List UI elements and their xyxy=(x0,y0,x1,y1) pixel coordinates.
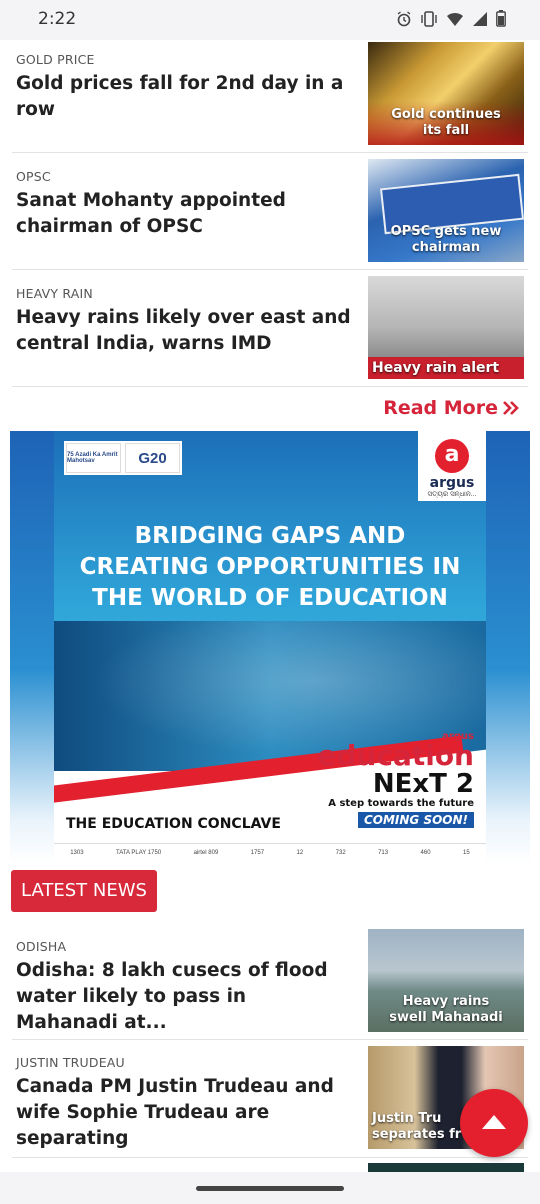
article-headline: Odisha: 8 lakh cusecs of flood water lik… xyxy=(16,960,328,1033)
wifi-icon xyxy=(447,12,463,26)
channel-number: 1303 xyxy=(70,849,84,856)
scroll-top-button[interactable] xyxy=(460,1089,528,1157)
alarm-icon xyxy=(397,10,411,26)
ad-brand-line1: education xyxy=(317,739,474,772)
channel-number: 732 xyxy=(335,849,346,856)
latest-news-label[interactable]: LATEST NEWS xyxy=(11,870,157,912)
home-handle[interactable] xyxy=(196,1186,344,1191)
article-item[interactable]: ODISHA Odisha: 8 lakh cusecs of flood wa… xyxy=(12,922,528,1040)
ad-headline-line: BRIDGING GAPS AND xyxy=(134,523,406,549)
ad-card: 75 Azadi Ka Amrit Mahotsav G20 a argus ସ… xyxy=(54,431,486,863)
article-item[interactable]: HEAVY RAIN Heavy rains likely over east … xyxy=(12,270,528,387)
thumbnail-caption: Heavy rain alert xyxy=(372,360,500,376)
g20-badge: G20 xyxy=(125,443,180,473)
argus-logo-sub: ସତ୍ୟର ସନ୍ଧାନ... xyxy=(427,491,477,498)
article-item[interactable]: JUSTIN TRUDEAU Canada PM Justin Trudeau … xyxy=(12,1040,528,1158)
article-headline: Heavy rains likely over east and central… xyxy=(16,307,351,354)
ad-banner[interactable]: 75 Azadi Ka Amrit Mahotsav G20 a argus ସ… xyxy=(10,431,530,863)
read-more-link[interactable]: Read More xyxy=(383,397,520,419)
channel-number: 713 xyxy=(378,849,389,856)
ad-headline: BRIDGING GAPS AND CREATING OPPORTUNITIES… xyxy=(54,521,486,614)
article-thumbnail: OPSC gets new chairman xyxy=(368,159,524,262)
argus-logo: a argus ସତ୍ୟର ସନ୍ଧାନ... xyxy=(418,431,486,501)
article-headline: Gold prices fall for 2nd day in a row xyxy=(16,73,344,120)
article-thumbnail: Heavy rain alert xyxy=(368,276,524,379)
argus-logo-text: argus xyxy=(429,475,475,491)
status-time: 2:22 xyxy=(38,9,77,29)
signal-icon xyxy=(473,11,487,26)
ad-channel-strip: 1303 TATA PLAY 1750 airtel 809 1757 12 7… xyxy=(54,843,486,861)
channel-number: 1757 xyxy=(250,849,265,856)
read-more-label: Read More xyxy=(383,397,498,419)
article-headline: Canada PM Justin Trudeau and wife Sophie… xyxy=(16,1076,334,1149)
channel-number: 12 xyxy=(296,849,304,856)
article-thumbnail: Gold continues its fall xyxy=(368,42,524,145)
status-bar: 2:22 xyxy=(0,0,540,40)
ad-headline-line: CREATING OPPORTUNITIES IN xyxy=(79,554,461,580)
channel-number: 460 xyxy=(420,849,431,856)
article-category: GOLD PRICE xyxy=(16,52,95,67)
thumbnail-caption: Heavy rains swell Mahanadi xyxy=(389,994,503,1025)
article-thumbnail-partial xyxy=(368,1163,524,1172)
argus-logo-icon: a xyxy=(435,439,469,473)
ad-headline-line: THE WORLD OF EDUCATION xyxy=(92,585,448,611)
ad-brand-block: argus education NExT 2 A step towards th… xyxy=(317,731,474,828)
article-category: OPSC xyxy=(16,169,51,184)
ad-brand-line2: NExT 2 xyxy=(372,769,474,799)
article-thumbnail: Heavy rains swell Mahanadi xyxy=(368,929,524,1032)
amrit-mahotsav-badge: 75 Azadi Ka Amrit Mahotsav xyxy=(66,443,121,473)
article-item[interactable]: OPSC Sanat Mohanty appointed chairman of… xyxy=(12,153,528,270)
thumbnail-caption: Gold continues its fall xyxy=(391,107,501,138)
ad-bottom-text: THE EDUCATION CONCLAVE xyxy=(66,816,281,832)
channel-number: 15 xyxy=(463,849,470,856)
battery-icon xyxy=(496,10,506,27)
article-item[interactable]: GOLD PRICE Gold prices fall for 2nd day … xyxy=(12,40,528,153)
article-category: JUSTIN TRUDEAU xyxy=(16,1055,125,1070)
ad-coming-soon: COMING SOON! xyxy=(357,812,474,828)
article-category: HEAVY RAIN xyxy=(16,286,93,301)
channel-number: TATA PLAY 1750 xyxy=(116,849,162,856)
arrow-up-icon xyxy=(482,1115,506,1129)
channel-number: airtel 809 xyxy=(193,849,219,856)
ad-brand-tagline: A step towards the future xyxy=(328,798,474,809)
ad-badges: 75 Azadi Ka Amrit Mahotsav G20 xyxy=(64,441,182,475)
article-category: ODISHA xyxy=(16,939,67,954)
article-headline: Sanat Mohanty appointed chairman of OPSC xyxy=(16,190,286,237)
vibrate-icon xyxy=(421,10,437,27)
double-chevron-right-icon xyxy=(503,401,519,415)
thumbnail-caption: OPSC gets new chairman xyxy=(390,224,502,255)
status-icons xyxy=(396,10,506,27)
navigation-bar xyxy=(0,1172,540,1204)
